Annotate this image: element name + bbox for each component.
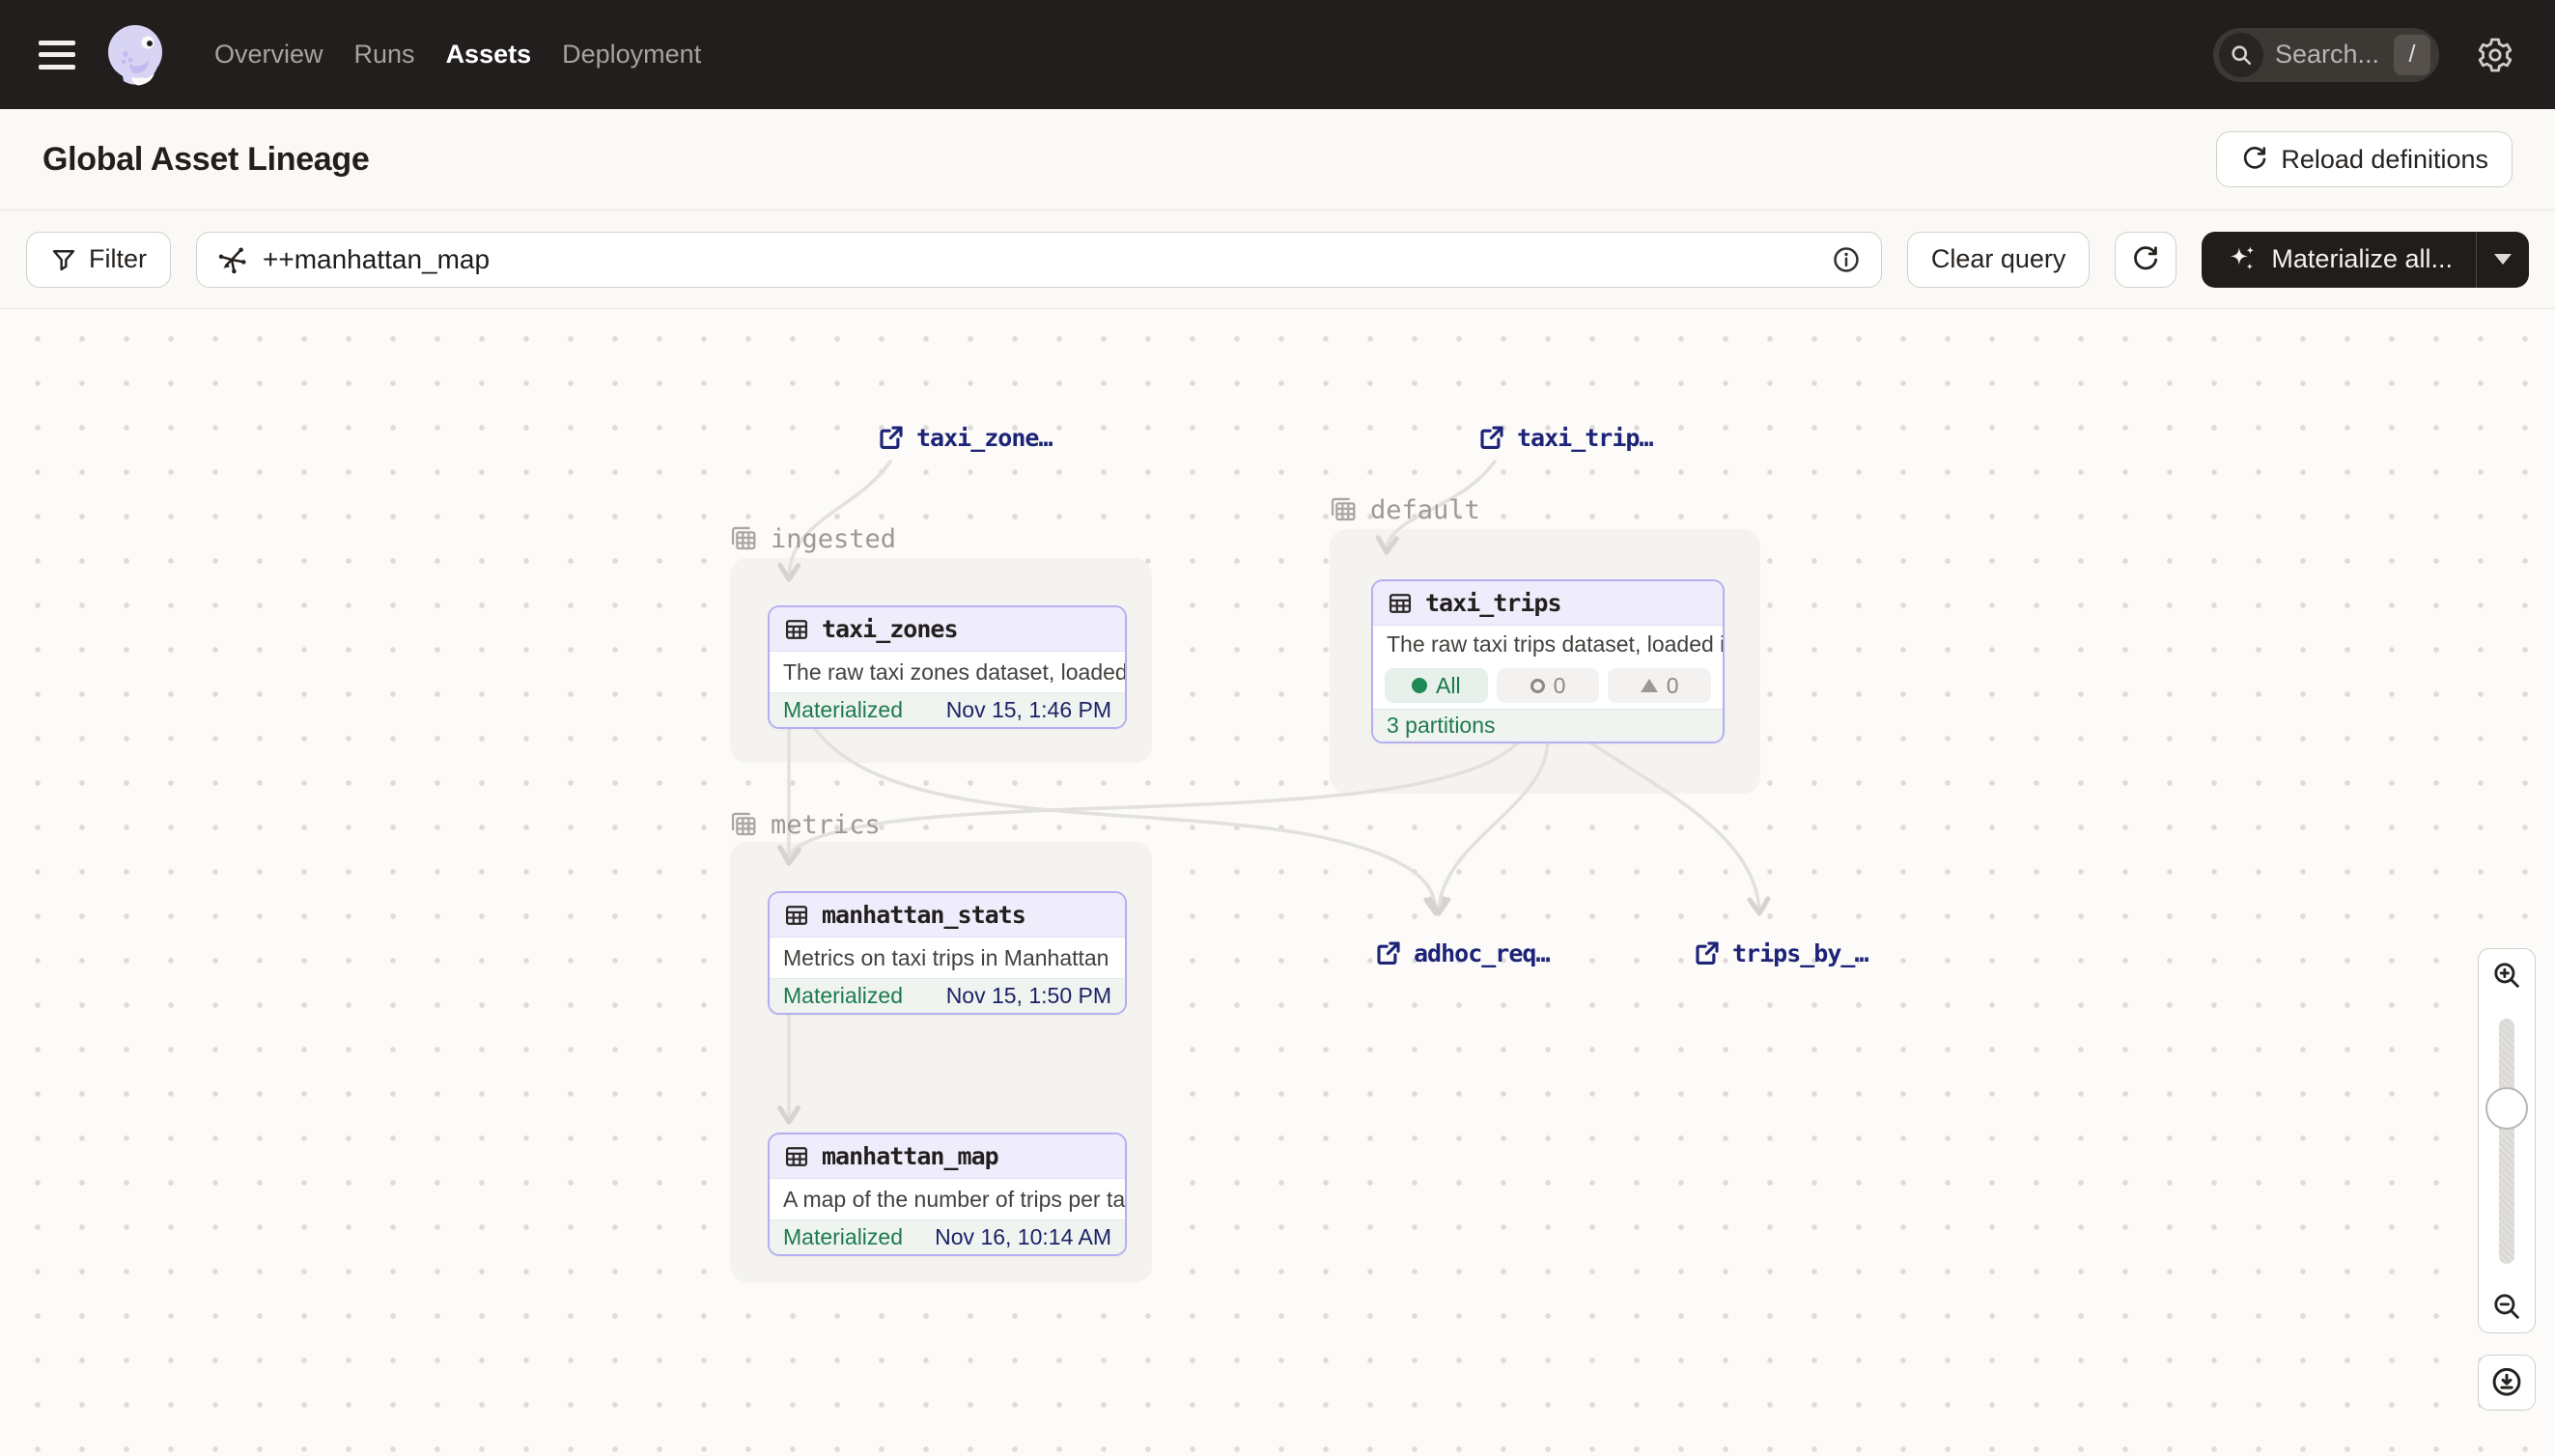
lineage-toolbar: Filter Clear query [0, 210, 2555, 309]
lineage-query-icon [216, 244, 247, 275]
materialize-all-button[interactable]: Materialize all... [2202, 232, 2476, 288]
query-info-icon[interactable] [1831, 244, 1862, 275]
asset-card-manhattan-map[interactable]: manhattan_map A map of the number of tri… [768, 1133, 1127, 1256]
asset-status-bar: Materialized Nov 16, 10:14 AM [770, 1219, 1125, 1254]
dagster-app: Overview Runs Assets Deployment / Global… [0, 0, 2555, 1456]
asset-status-bar: Materialized Nov 15, 1:50 PM [770, 978, 1125, 1013]
search-icon [2219, 33, 2263, 77]
partition-count: 3 partitions [1387, 713, 1496, 739]
materialization-timestamp: Nov 15, 1:50 PM [946, 983, 1111, 1009]
partitions-all-badge[interactable]: All [1385, 668, 1488, 703]
nav-links: Overview Runs Assets Deployment [214, 40, 701, 70]
external-link-icon [1477, 423, 1506, 452]
refresh-icon [2130, 244, 2161, 275]
asset-card-manhattan-stats[interactable]: manhattan_stats Metrics on taxi trips in… [768, 891, 1127, 1015]
zoom-slider-knob[interactable] [2485, 1087, 2528, 1130]
refresh-graph-button[interactable] [2115, 232, 2176, 288]
download-icon [2489, 1365, 2524, 1400]
external-node-taxi-zone[interactable]: taxi_zone… [877, 423, 1053, 452]
group-label-ingested[interactable]: ingested [728, 523, 896, 554]
success-dot-icon [1412, 678, 1427, 693]
settings-gear-icon[interactable] [2474, 34, 2516, 76]
lineage-edges [0, 309, 2555, 1456]
warning-triangle-icon [1641, 679, 1658, 692]
table-icon [783, 902, 810, 929]
external-link-icon [1693, 938, 1722, 967]
asset-group-icon [728, 809, 759, 840]
dagster-logo-icon[interactable] [102, 21, 170, 89]
status-badge: Materialized [783, 983, 903, 1009]
filter-funnel-icon [50, 246, 77, 273]
zoom-in-icon [2490, 959, 2523, 992]
reload-definitions-button[interactable]: Reload definitions [2216, 131, 2513, 187]
status-badge: Materialized [783, 1224, 903, 1250]
top-nav: Overview Runs Assets Deployment / [0, 0, 2555, 109]
group-label-metrics[interactable]: metrics [728, 809, 881, 840]
zoom-out-button[interactable] [2478, 1279, 2536, 1333]
materialization-timestamp: Nov 15, 1:46 PM [946, 697, 1111, 723]
asset-query-input-wrapper [196, 232, 1882, 288]
external-node-trips-by[interactable]: trips_by_… [1693, 938, 1868, 967]
table-icon [1387, 590, 1414, 617]
asset-card-taxi-zones[interactable]: taxi_zones The raw taxi zones dataset, l… [768, 605, 1127, 729]
nav-link-runs[interactable]: Runs [354, 40, 415, 70]
lineage-graph-canvas[interactable]: ingested default metrics taxi_zone… [0, 309, 2555, 1456]
materialize-all-split-button: Materialize all... [2202, 232, 2529, 288]
zoom-slider [2478, 1001, 2536, 1281]
status-badge: Materialized [783, 697, 903, 723]
external-node-adhoc-req[interactable]: adhoc_req… [1374, 938, 1550, 967]
sparkle-icon [2225, 243, 2258, 276]
zoom-controls [2478, 948, 2536, 1411]
nav-link-deployment[interactable]: Deployment [562, 40, 701, 70]
asset-description: Metrics on taxi trips in Manhattan [770, 938, 1125, 978]
chevron-down-icon [2494, 254, 2512, 265]
external-node-taxi-trip[interactable]: taxi_trip… [1477, 423, 1653, 452]
zoom-in-button[interactable] [2478, 948, 2536, 1002]
asset-description: The raw taxi trips dataset, loaded into … [1373, 626, 1723, 662]
search-shortcut-badge: / [2394, 35, 2430, 75]
search-box[interactable]: / [2213, 28, 2439, 82]
asset-group-icon [1328, 494, 1359, 525]
asset-query-input[interactable] [263, 244, 1815, 275]
external-link-icon [877, 423, 906, 452]
download-view-button[interactable] [2478, 1355, 2536, 1411]
page-title: Global Asset Lineage [42, 141, 370, 179]
partition-health-row: All 0 0 [1373, 662, 1723, 709]
ring-icon [1530, 679, 1545, 693]
asset-group-icon [728, 523, 759, 554]
asset-description: The raw taxi zones dataset, loaded int..… [770, 652, 1125, 692]
search-input[interactable] [2275, 40, 2381, 70]
menu-icon[interactable] [39, 41, 75, 70]
materialize-options-dropdown[interactable] [2477, 232, 2529, 288]
nav-link-assets[interactable]: Assets [446, 40, 532, 70]
materialization-timestamp: Nov 16, 10:14 AM [935, 1224, 1111, 1250]
partitions-failed-badge[interactable]: 0 [1608, 668, 1711, 703]
refresh-icon [2240, 145, 2269, 174]
zoom-out-icon [2490, 1290, 2523, 1323]
partitions-missing-badge[interactable]: 0 [1497, 668, 1600, 703]
table-icon [783, 616, 810, 643]
asset-status-bar: Materialized Nov 15, 1:46 PM [770, 692, 1125, 727]
zoom-slider-track[interactable] [2499, 1019, 2514, 1264]
nav-link-overview[interactable]: Overview [214, 40, 323, 70]
asset-description: A map of the number of trips per taxi z.… [770, 1179, 1125, 1219]
asset-status-bar: 3 partitions [1373, 709, 1723, 742]
filter-button[interactable]: Filter [26, 232, 171, 288]
group-label-default[interactable]: default [1328, 494, 1480, 525]
page-header: Global Asset Lineage Reload definitions [0, 109, 2555, 210]
asset-card-taxi-trips[interactable]: taxi_trips The raw taxi trips dataset, l… [1371, 579, 1725, 743]
clear-query-button[interactable]: Clear query [1907, 232, 2091, 288]
external-link-icon [1374, 938, 1403, 967]
table-icon [783, 1143, 810, 1170]
